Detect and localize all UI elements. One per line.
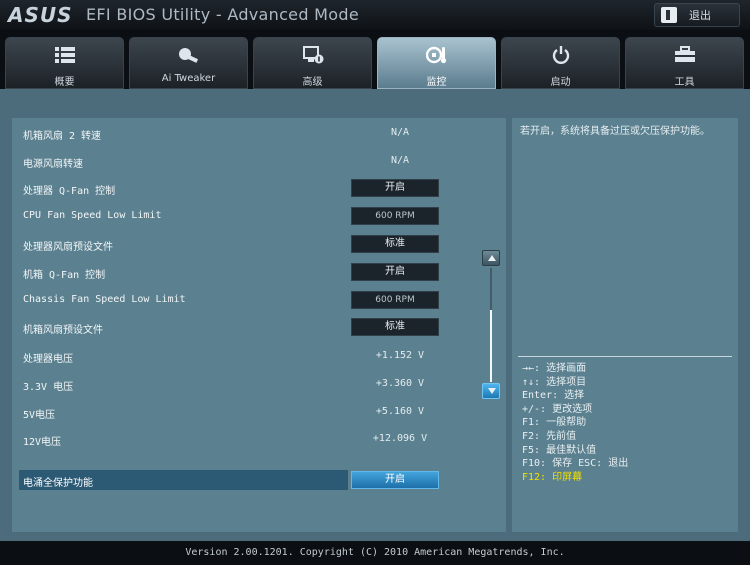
cpu-qfan-control-button[interactable]: 开启 <box>351 179 439 197</box>
setting-label: 机箱风扇预设文件 <box>23 325 103 336</box>
advanced-icon <box>302 46 323 64</box>
setting-label: 电涌全保护功能 <box>23 478 93 489</box>
setting-label: 机箱 Q-Fan 控制 <box>23 270 106 281</box>
key-hint: Enter: 选择 <box>522 390 585 402</box>
setting-value: +1.152 V <box>375 350 425 361</box>
tool-icon <box>674 46 695 62</box>
setting-label: 处理器风扇预设文件 <box>23 242 113 253</box>
tab-label: Ai Tweaker <box>161 73 216 84</box>
setting-row-cpu-qfan-control[interactable]: 处理器 Q-Fan 控制 开启 <box>23 178 463 200</box>
setting-label: Chassis Fan Speed Low Limit <box>23 294 186 305</box>
setting-row-cpu-fan-profile[interactable]: 处理器风扇预设文件 标准 <box>23 234 463 256</box>
key-hint: ↑↓: 选择项目 <box>522 376 587 388</box>
setting-value: N/A <box>390 127 410 138</box>
key-hint: →←: 选择画面 <box>522 363 587 374</box>
setting-row-chassis-qfan-control[interactable]: 机箱 Q-Fan 控制 开启 <box>23 262 463 284</box>
app-title: EFI BIOS Utility - Advanced Mode <box>86 5 359 24</box>
tab-label: 启动 <box>550 77 571 88</box>
tab-label: 高级 <box>302 77 323 88</box>
scroll-thumb[interactable] <box>490 310 492 382</box>
setting-row-cpu-voltage: 处理器电压 +1.152 V <box>23 346 463 368</box>
tab-monitor[interactable]: 监控 <box>377 37 496 89</box>
key-hint: F2: 先前值 <box>522 430 577 442</box>
main-tabs: 概要 Ai Tweaker 高级 监控 启动 工具 <box>5 37 745 89</box>
key-hint: F10: 保存 ESC: 退出 <box>522 458 629 470</box>
setting-label: 处理器电压 <box>23 354 73 365</box>
tweaker-icon <box>178 48 198 63</box>
setting-row-12v-voltage: 12V电压 +12.096 V <box>23 429 463 451</box>
surge-protection-button[interactable]: 开启 <box>351 471 439 489</box>
setting-row-chassis-fan2-speed: 机箱风扇 2 转速 N/A <box>23 123 463 145</box>
scroll-down-button[interactable] <box>482 383 500 399</box>
exit-door-icon <box>661 7 677 23</box>
cpu-fan-low-limit-button[interactable]: 600 RPM <box>351 207 439 225</box>
setting-label: 3.3V 电压 <box>23 382 74 393</box>
help-description: 若开启，系统将具备过压或欠压保护功能。 <box>520 126 710 137</box>
tab-label: 监控 <box>426 77 447 88</box>
setting-label: CPU Fan Speed Low Limit <box>23 210 162 221</box>
setting-row-chassis-fan-low-limit[interactable]: Chassis Fan Speed Low Limit 600 RPM <box>23 290 463 312</box>
monitor-icon <box>425 46 446 64</box>
version-footer: Version 2.00.1201. Copyright (C) 2010 Am… <box>0 541 750 562</box>
tab-tool[interactable]: 工具 <box>625 37 744 89</box>
scroll-up-button[interactable] <box>482 250 500 266</box>
chassis-fan-profile-button[interactable]: 标准 <box>351 318 439 336</box>
setting-row-cpu-fan-low-limit[interactable]: CPU Fan Speed Low Limit 600 RPM <box>23 206 463 228</box>
setting-label: 5V电压 <box>23 410 56 421</box>
key-hint: +/-: 更改选项 <box>522 403 593 415</box>
tab-label: 概要 <box>54 77 75 88</box>
asus-logo: ASUS <box>8 3 73 27</box>
list-icon <box>54 47 75 63</box>
setting-value: +3.360 V <box>375 378 425 389</box>
power-icon <box>552 46 569 64</box>
key-hint: F1: 一般帮助 <box>522 417 587 429</box>
setting-value: +5.160 V <box>375 406 425 417</box>
setting-value: +12.096 V <box>372 433 428 444</box>
help-divider <box>518 356 732 357</box>
arrow-down-icon <box>488 388 496 394</box>
cpu-fan-profile-button[interactable]: 标准 <box>351 235 439 253</box>
key-hint-print-screen: F12: 印屏幕 <box>522 471 583 483</box>
setting-row-psu-fan-speed: 电源风扇转速 N/A <box>23 151 463 173</box>
exit-label: 退出 <box>689 9 711 22</box>
key-hint: F5: 最佳默认值 <box>522 444 597 456</box>
setting-row-chassis-fan-profile[interactable]: 机箱风扇预设文件 标准 <box>23 317 463 339</box>
tab-label: 工具 <box>674 77 695 88</box>
tab-ai-tweaker[interactable]: Ai Tweaker <box>129 37 248 89</box>
setting-label: 电源风扇转速 <box>23 159 83 170</box>
title-bar: ASUS EFI BIOS Utility - Advanced Mode 退出 <box>0 0 750 30</box>
setting-label: 12V电压 <box>23 437 62 448</box>
key-legend: →←: 选择画面 ↑↓: 选择项目 Enter: 选择 +/-: 更改选项 F1… <box>522 362 736 484</box>
chassis-fan-low-limit-button[interactable]: 600 RPM <box>351 291 439 309</box>
tab-boot[interactable]: 启动 <box>501 37 620 89</box>
setting-row-surge-protection[interactable]: 电涌全保护功能 开启 <box>19 470 463 492</box>
tab-advanced[interactable]: 高级 <box>253 37 372 89</box>
setting-value: N/A <box>390 155 410 166</box>
arrow-up-icon <box>488 255 496 261</box>
exit-button[interactable]: 退出 <box>654 3 740 27</box>
setting-row-3v3-voltage: 3.3V 电压 +3.360 V <box>23 374 463 396</box>
chassis-qfan-control-button[interactable]: 开启 <box>351 263 439 281</box>
setting-row-5v-voltage: 5V电压 +5.160 V <box>23 402 463 424</box>
setting-label: 机箱风扇 2 转速 <box>23 131 102 142</box>
setting-label: 处理器 Q-Fan 控制 <box>23 186 116 197</box>
tab-main[interactable]: 概要 <box>5 37 124 89</box>
